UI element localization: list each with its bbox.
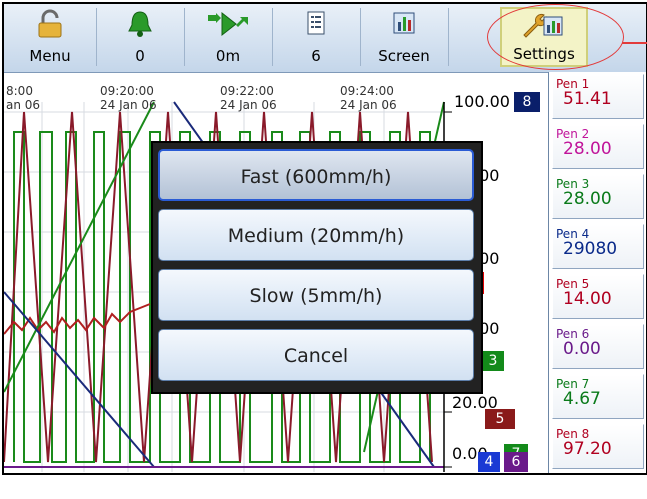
pen-value: 51.41	[563, 89, 612, 109]
padlock-icon	[38, 9, 62, 38]
pens-count: 6	[311, 47, 321, 65]
option-fast-button[interactable]: Fast (600mm/h)	[158, 149, 474, 201]
settings-highlight-circle	[487, 4, 624, 70]
time-tick: 09:24:00 24 Jan 06	[340, 84, 397, 112]
pen-tag-5: 5	[485, 409, 515, 429]
pen-value: 4.67	[563, 389, 601, 409]
pen-box[interactable]: Pen 7 4.67	[552, 374, 644, 419]
pen-values-panel: Pen 1 51.41 Pen 2 28.00 Pen 3 28.00 Pen 4 29080…	[548, 72, 646, 473]
cancel-button[interactable]: Cancel	[158, 329, 474, 381]
chart-speed-label: 0m	[215, 47, 241, 65]
callout-line	[622, 42, 647, 44]
pen-box[interactable]: Pen 5 14.00	[552, 274, 644, 319]
pen-value: 29080	[563, 239, 618, 259]
bar-chart-icon	[393, 12, 415, 34]
menu-button[interactable]: Menu	[10, 7, 90, 67]
pen-value: 0.00	[563, 339, 601, 359]
pen-value: 28.00	[563, 189, 612, 209]
screen-button[interactable]: Screen	[366, 7, 442, 67]
pen-tag-6: 6	[504, 452, 528, 472]
option-medium-button[interactable]: Medium (20mm/h)	[158, 209, 474, 261]
pen-box[interactable]: Pen 3 28.00	[552, 174, 644, 219]
list-icon	[307, 11, 325, 35]
pen-tag-4: 4	[478, 452, 500, 472]
pen-box[interactable]: Pen 8 97.20	[552, 424, 644, 469]
scale-label: 100.00	[454, 92, 510, 111]
pen-box[interactable]: Pen 1 51.41	[552, 74, 644, 119]
menu-label: Menu	[29, 47, 71, 65]
recorder-screen: Menu 0 0m 6 Screen Settings 8:00 an 06 0…	[2, 2, 647, 475]
chart-speed-button[interactable]: 0m	[190, 7, 266, 67]
pen-tag-3: 3	[482, 351, 504, 371]
pens-button[interactable]: 6	[278, 7, 354, 67]
pen-value: 28.00	[563, 139, 612, 159]
screen-label: Screen	[378, 47, 430, 65]
bell-icon	[128, 11, 152, 37]
play-arrows-icon	[208, 11, 248, 37]
pen-value: 97.20	[563, 439, 612, 459]
time-tick: 09:22:00 24 Jan 06	[220, 84, 277, 112]
pen-box[interactable]: Pen 6 0.00	[552, 324, 644, 369]
alarms-button[interactable]: 0	[102, 7, 178, 67]
chart-speed-dialog: Fast (600mm/h) Medium (20mm/h) Slow (5mm…	[151, 141, 483, 394]
pen-tag-8: 8	[514, 92, 540, 112]
pen-box[interactable]: Pen 2 28.00	[552, 124, 644, 169]
alarms-count: 0	[135, 47, 145, 65]
pen-value: 14.00	[563, 289, 612, 309]
time-tick: 09:20:00 24 Jan 06	[100, 84, 157, 112]
pen-box[interactable]: Pen 4 29080	[552, 224, 644, 269]
option-slow-button[interactable]: Slow (5mm/h)	[158, 269, 474, 321]
time-tick: 8:00 an 06	[6, 84, 41, 112]
